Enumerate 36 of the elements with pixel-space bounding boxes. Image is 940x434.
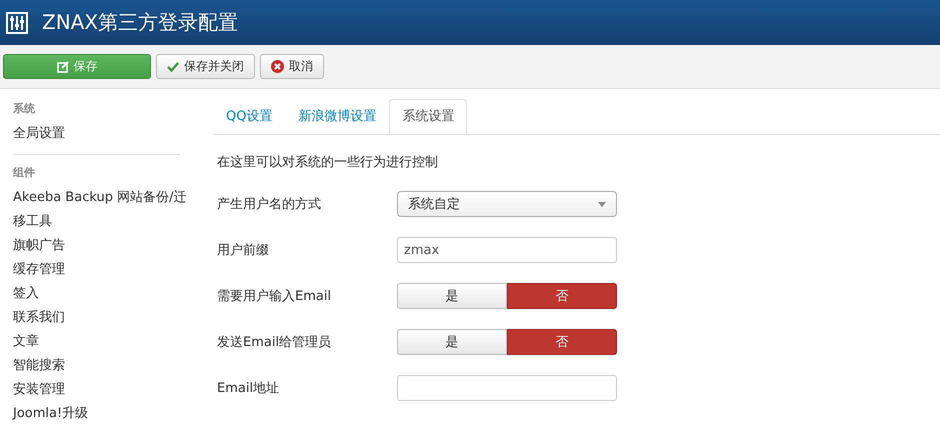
toggle-option[interactable]: 否	[507, 329, 617, 355]
toggle-option[interactable]: 是	[397, 283, 507, 309]
sidebar-item[interactable]: 安装管理	[13, 378, 195, 402]
description-text: 在这里可以对系统的一些行为进行控制	[217, 154, 439, 171]
toolbar-button[interactable]: 取消	[260, 54, 324, 79]
sidebar-heading: 系统	[13, 101, 36, 116]
sidebar-item[interactable]: 智能搜索	[13, 354, 195, 378]
field-label: 需要用户输入Email	[217, 288, 332, 305]
sidebar-item[interactable]: 全局设置	[13, 122, 195, 146]
sidebar-item[interactable]: Akeeba Backup 网站备份/迁移工具	[13, 186, 195, 234]
sidebar-item[interactable]: 文章	[13, 330, 195, 354]
edit-icon	[56, 60, 68, 72]
input-field[interactable]	[397, 375, 617, 401]
toggle-option[interactable]: 是	[397, 329, 507, 355]
caret-icon	[598, 202, 606, 206]
tab[interactable]: QQ设置	[213, 99, 286, 134]
field-label: Email地址	[217, 380, 280, 397]
close-icon	[271, 60, 284, 73]
field-label: 发送Email给管理员	[217, 334, 332, 351]
toggle-option[interactable]: 否	[507, 283, 617, 309]
tab[interactable]: 系统设置	[389, 99, 468, 134]
sidebar-item[interactable]: 签入	[13, 282, 195, 306]
sidebar-item[interactable]: 联系我们	[13, 306, 195, 330]
page-title: ZNAX第三方登录配置	[42, 9, 238, 36]
sidebar-item[interactable]: 旗帜广告	[13, 234, 195, 258]
check-icon	[167, 60, 179, 72]
dropdown[interactable]: 系统自定	[397, 191, 617, 217]
field-label: 产生用户名的方式	[217, 196, 322, 213]
toolbar-button[interactable]: 保存并关闭	[156, 54, 255, 79]
field-label: 用户前缀	[217, 242, 270, 259]
sliders-icon	[6, 12, 28, 34]
tab[interactable]: 新浪微博设置	[285, 99, 390, 134]
input-field[interactable]: zmax	[397, 237, 617, 263]
sidebar-item[interactable]: 缓存管理	[13, 258, 195, 282]
sidebar-heading: 组件	[13, 165, 36, 180]
sidebar-item[interactable]: Joomla!升级	[13, 402, 195, 426]
